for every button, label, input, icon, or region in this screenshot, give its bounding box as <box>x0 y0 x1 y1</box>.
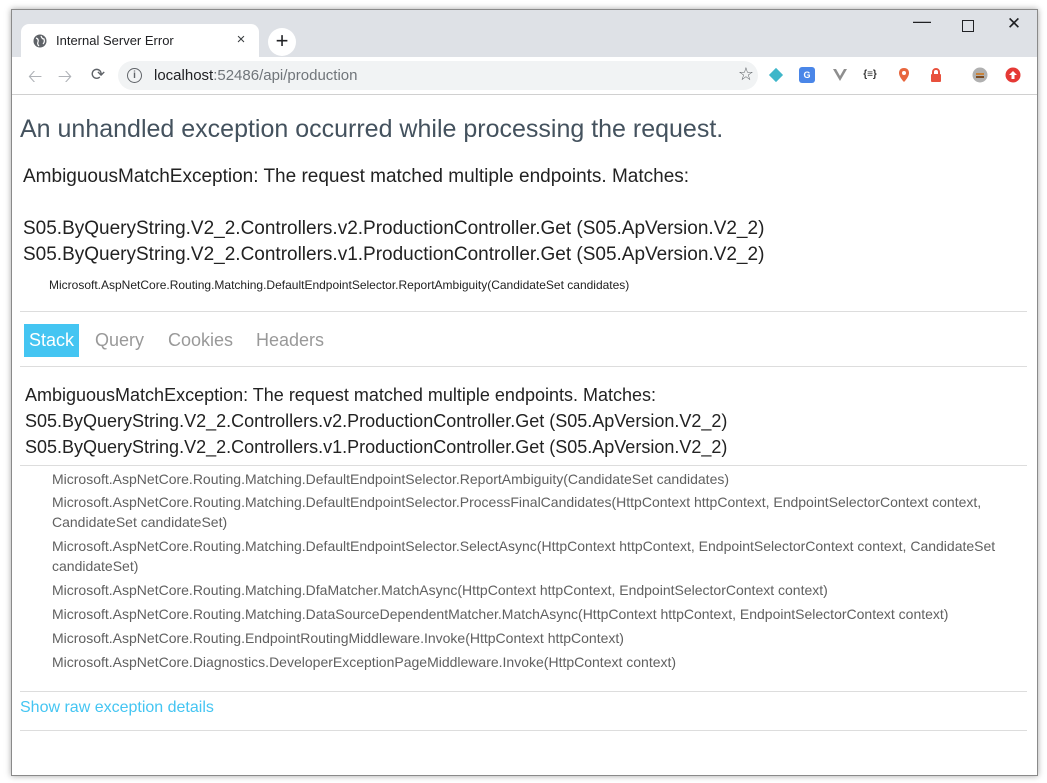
new-tab-button[interactable]: + <box>268 28 296 56</box>
minimize-icon[interactable]: — <box>907 11 937 32</box>
tab-query[interactable]: Query <box>90 324 149 357</box>
stack-frame: Microsoft.AspNetCore.Routing.EndpointRou… <box>52 630 624 646</box>
error-location: Microsoft.AspNetCore.Routing.Matching.De… <box>49 278 630 292</box>
browser-toolbar: 🡠 🡢 ⟳ i localhost:52486/api/production ☆… <box>12 57 1037 95</box>
stack-frame: Microsoft.AspNetCore.Routing.Matching.De… <box>52 538 996 574</box>
divider <box>20 691 1027 692</box>
globe-icon <box>33 34 47 48</box>
reload-icon[interactable]: ⟳ <box>87 65 109 85</box>
tab-title: Internal Server Error <box>56 33 174 48</box>
extension-location-icon[interactable] <box>896 67 912 83</box>
page-heading: An unhandled exception occurred while pr… <box>20 115 724 143</box>
stack-header-line: S05.ByQueryString.V2_2.Controllers.v2.Pr… <box>25 411 728 431</box>
stack-header-line: S05.ByQueryString.V2_2.Controllers.v1.Pr… <box>25 437 728 457</box>
stack-frame: Microsoft.AspNetCore.Routing.Matching.De… <box>52 471 730 487</box>
tab-cookies[interactable]: Cookies <box>163 324 238 357</box>
extension-json-icon[interactable]: {≡} <box>862 67 878 83</box>
close-window-icon[interactable]: ✕ <box>999 14 1029 34</box>
error-page: An unhandled exception occurred while pr… <box>12 95 1037 775</box>
extension-vue-icon[interactable] <box>832 67 848 83</box>
divider <box>20 311 1027 312</box>
close-tab-icon[interactable]: × <box>231 30 251 50</box>
tab-strip: Internal Server Error × + — ✕ <box>12 10 1037 57</box>
tab-headers[interactable]: Headers <box>251 324 329 357</box>
tab-stack[interactable]: Stack <box>24 324 80 357</box>
url-text[interactable]: localhost:52486/api/production <box>154 67 357 84</box>
forward-arrow-icon[interactable]: 🡢 <box>54 64 76 94</box>
extension-diamond-icon[interactable] <box>768 67 784 83</box>
browser-tab[interactable]: Internal Server Error × <box>21 24 259 57</box>
star-icon[interactable]: ☆ <box>738 64 754 85</box>
extension-translate-icon[interactable]: G <box>799 67 815 83</box>
extension-upload-icon[interactable] <box>1005 67 1021 83</box>
stack-frame: Microsoft.AspNetCore.Diagnostics.Develop… <box>52 654 677 670</box>
error-title: AmbiguousMatchException: The request mat… <box>23 166 690 187</box>
back-arrow-icon[interactable]: 🡠 <box>24 64 46 94</box>
divider <box>20 730 1027 731</box>
stack-frame: Microsoft.AspNetCore.Routing.Matching.De… <box>52 494 982 530</box>
match-line: S05.ByQueryString.V2_2.Controllers.v2.Pr… <box>23 218 765 239</box>
maximize-icon[interactable] <box>953 16 983 35</box>
address-bar[interactable]: i localhost:52486/api/production ☆ <box>118 61 758 90</box>
divider <box>20 366 1027 367</box>
stack-frame: Microsoft.AspNetCore.Routing.Matching.Da… <box>52 606 949 622</box>
show-raw-exception-link[interactable]: Show raw exception details <box>20 699 214 717</box>
info-icon[interactable]: i <box>127 68 142 83</box>
extension-lock-icon[interactable] <box>928 67 944 83</box>
extension-burger-icon[interactable] <box>972 67 988 83</box>
browser-window: Internal Server Error × + — ✕ 🡠 🡢 ⟳ i lo… <box>11 9 1038 776</box>
match-line: S05.ByQueryString.V2_2.Controllers.v1.Pr… <box>23 244 765 265</box>
divider <box>20 465 1027 466</box>
stack-header-line: AmbiguousMatchException: The request mat… <box>25 385 657 405</box>
stack-frame: Microsoft.AspNetCore.Routing.Matching.Df… <box>52 582 828 598</box>
